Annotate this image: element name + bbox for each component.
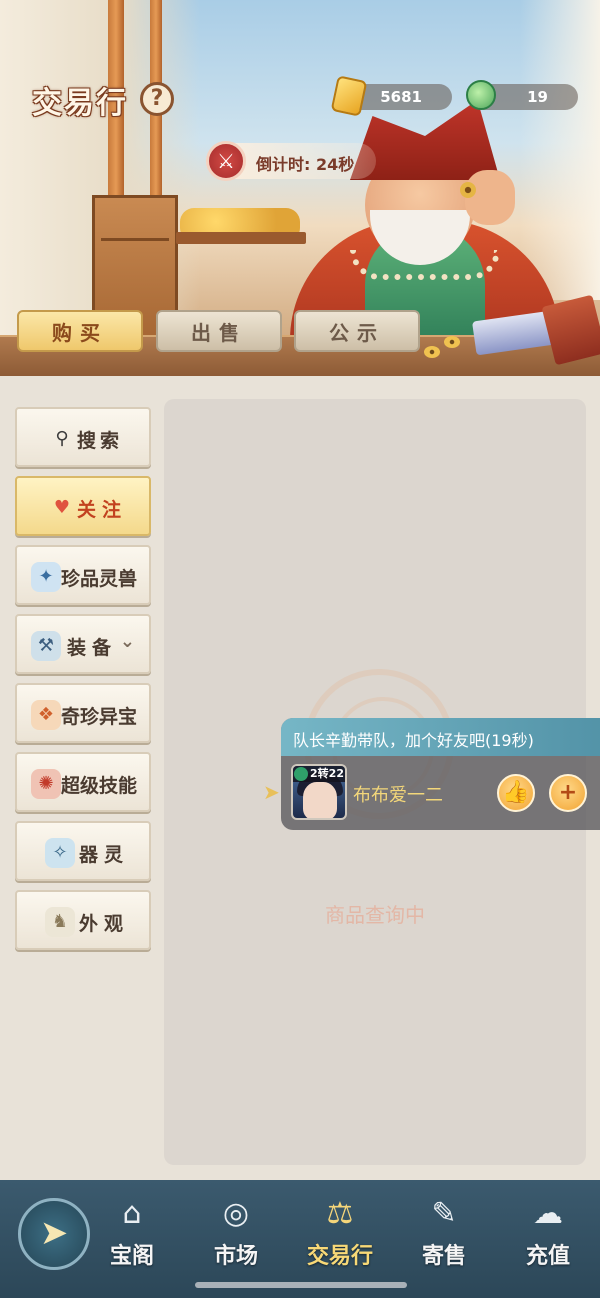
- pavilion-icon: ⌂: [122, 1196, 142, 1231]
- nav-label: 寄售: [421, 1244, 466, 1269]
- arrow-right-icon: ➤: [263, 780, 280, 804]
- menu-item-follow[interactable]: ♥ 关注: [15, 476, 151, 536]
- nav-item-market[interactable]: ◎ 市场: [186, 1194, 286, 1270]
- artifact-spirit-icon: ✧: [45, 838, 75, 868]
- nav-label: 宝阁: [109, 1244, 154, 1269]
- menu-item-label: 珍品灵兽: [61, 568, 138, 590]
- menu-item-label: 奇珍异宝: [61, 706, 138, 728]
- menu-item-appearance[interactable]: ♞ 外观: [15, 890, 151, 950]
- menu-item-treasure[interactable]: ❖ 奇珍异宝: [15, 683, 151, 743]
- bottom-nav: ➤ ⌂ 宝阁 ◎ 市场 ⚖ 交易行 ✎ 寄售 ☁ 充值: [0, 1180, 600, 1298]
- question-icon[interactable]: ?: [140, 82, 174, 116]
- countdown-text: 倒计时: 24秒: [256, 155, 355, 174]
- skill-scroll-icon: ✺: [31, 769, 61, 799]
- menu-item-artifact-spirit[interactable]: ✧ 器灵: [15, 821, 151, 881]
- nav-item-consign[interactable]: ✎ 寄售: [394, 1194, 494, 1270]
- nav-item-trading[interactable]: ⚖ 交易行: [290, 1194, 390, 1270]
- menu-item-label: 装备: [67, 637, 118, 659]
- popup-header: 队长辛勤带队，加个好友吧(19秒): [281, 718, 600, 756]
- tab-announce[interactable]: 公示: [294, 310, 420, 352]
- friend-request-popup: 队长辛勤带队，加个好友吧(19秒) ➤ 2转22 布布爱一二 👍 +: [263, 718, 600, 830]
- menu-item-label: 外观: [79, 913, 130, 935]
- rebirth-icon: [294, 767, 308, 781]
- thumbs-up-icon: 👍: [502, 780, 530, 805]
- chevron-down-icon: ⌄: [119, 631, 135, 652]
- nav-item-pavilion[interactable]: ⌂ 宝阁: [82, 1194, 182, 1270]
- crossed-swords-icon: ⚔: [206, 141, 246, 181]
- loading-status: 商品查询中: [325, 903, 425, 927]
- tab-buy[interactable]: 购买: [17, 310, 143, 352]
- menu-item-super-skill[interactable]: ✺ 超级技能: [15, 752, 151, 812]
- tab-sell[interactable]: 出售: [156, 310, 282, 352]
- menu-item-label: 关注: [77, 499, 128, 521]
- like-button[interactable]: 👍: [497, 774, 535, 812]
- popup-message: 队长辛勤带队，加个好友吧(19秒): [293, 731, 534, 750]
- level-text: 2转22: [310, 767, 344, 780]
- spirit-beast-icon: ✦: [31, 562, 61, 592]
- nav-label: 充值: [525, 1244, 570, 1269]
- compass-arrow-icon[interactable]: ➤: [18, 1198, 90, 1270]
- search-icon: ⚲: [55, 428, 69, 449]
- appearance-icon: ♞: [45, 907, 75, 937]
- countdown-banner: ⚔ 倒计时: 24秒: [206, 141, 376, 181]
- add-friend-button[interactable]: +: [549, 774, 587, 812]
- gold-value: 5681: [380, 88, 422, 106]
- coin-icon: ◎: [222, 1196, 250, 1231]
- equipment-icon: ⚒: [31, 631, 61, 661]
- nav-item-recharge[interactable]: ☁ 充值: [498, 1194, 598, 1270]
- header-scene: 交易行 ? 5681 19 ⚔ 倒计时: 24秒 购买 出售 公示: [0, 0, 600, 376]
- menu-item-label: 搜索: [77, 430, 124, 452]
- menu-item-equipment[interactable]: ⚒ 装备 ⌄: [15, 614, 151, 674]
- cloud-icon: ☁: [533, 1196, 563, 1231]
- menu-item-rare-beast[interactable]: ✦ 珍品灵兽: [15, 545, 151, 605]
- avatar[interactable]: 2转22: [291, 764, 347, 820]
- menu-item-label: 器灵: [79, 844, 130, 866]
- treasure-icon: ❖: [31, 700, 61, 730]
- jade-cloud-icon: [466, 80, 496, 110]
- heart-icon: ♥: [53, 497, 71, 518]
- scroll-icon: ✎: [431, 1196, 457, 1231]
- jade-value: 19: [527, 88, 548, 106]
- player-name: 布布爱一二: [353, 785, 443, 806]
- nav-label: 市场: [213, 1244, 258, 1269]
- plus-icon: +: [558, 780, 578, 805]
- nav-label: 交易行: [306, 1244, 373, 1269]
- jade-currency: 19: [466, 80, 578, 110]
- scale-icon: ⚖: [326, 1196, 354, 1231]
- page-title: 交易行: [32, 86, 128, 121]
- level-badge: 2转22: [293, 766, 345, 782]
- menu-item-search[interactable]: ⚲ 搜索: [15, 407, 151, 467]
- menu-item-label: 超级技能: [61, 775, 138, 797]
- trade-tabs: 购买 出售 公示: [0, 310, 600, 356]
- home-indicator[interactable]: [195, 1282, 407, 1288]
- gold-currency: 5681: [330, 75, 452, 117]
